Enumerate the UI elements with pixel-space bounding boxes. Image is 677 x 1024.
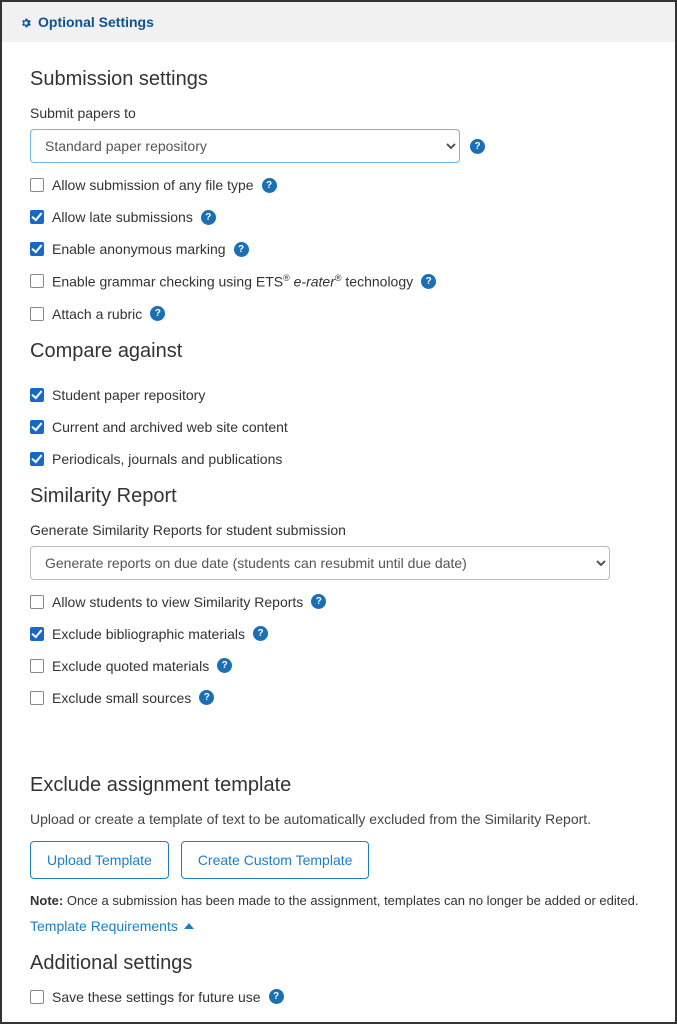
student-repo-label: Student paper repository <box>52 387 205 403</box>
additional-settings-heading: Additional settings <box>30 952 647 975</box>
header-title: Optional Settings <box>38 14 154 30</box>
allow-any-filetype-checkbox[interactable] <box>30 178 44 192</box>
help-icon[interactable]: ? <box>253 626 268 641</box>
exclude-biblio-checkbox[interactable] <box>30 627 44 641</box>
submission-settings-heading: Submission settings <box>30 68 647 91</box>
template-requirements-toggle[interactable]: Template Requirements <box>30 918 194 934</box>
save-future-label: Save these settings for future use <box>52 989 261 1005</box>
attach-rubric-label: Attach a rubric <box>52 306 142 322</box>
anonymous-marking-label: Enable anonymous marking <box>52 241 226 257</box>
exclude-small-label: Exclude small sources <box>52 690 191 706</box>
help-icon[interactable]: ? <box>421 274 436 289</box>
help-icon[interactable]: ? <box>199 690 214 705</box>
gear-icon <box>20 16 32 28</box>
generate-reports-select[interactable]: Generate reports on due date (students c… <box>30 546 610 580</box>
save-future-checkbox[interactable] <box>30 990 44 1004</box>
exclude-small-checkbox[interactable] <box>30 691 44 705</box>
settings-panel: Optional Settings Submission settings Su… <box>0 0 677 1024</box>
exclude-biblio-label: Exclude bibliographic materials <box>52 626 245 642</box>
help-icon[interactable]: ? <box>217 658 232 673</box>
allow-late-label: Allow late submissions <box>52 209 193 225</box>
allow-view-label: Allow students to view Similarity Report… <box>52 594 303 610</box>
help-icon[interactable]: ? <box>234 242 249 257</box>
student-repo-checkbox[interactable] <box>30 388 44 402</box>
create-custom-template-button[interactable]: Create Custom Template <box>181 841 370 879</box>
allow-view-checkbox[interactable] <box>30 595 44 609</box>
upload-template-button[interactable]: Upload Template <box>30 841 169 879</box>
submit-papers-label: Submit papers to <box>30 105 647 121</box>
help-icon[interactable]: ? <box>470 139 485 154</box>
submit-papers-select[interactable]: Standard paper repository <box>30 129 460 163</box>
similarity-report-heading: Similarity Report <box>30 485 647 508</box>
attach-rubric-checkbox[interactable] <box>30 307 44 321</box>
template-note: Note: Once a submission has been made to… <box>30 893 647 908</box>
help-icon[interactable]: ? <box>262 178 277 193</box>
periodicals-label: Periodicals, journals and publications <box>52 451 282 467</box>
exclude-template-heading: Exclude assignment template <box>30 774 647 797</box>
generate-reports-label: Generate Similarity Reports for student … <box>30 522 647 538</box>
content-area: Submission settings Submit papers to Sta… <box>2 42 675 1024</box>
allow-any-filetype-label: Allow submission of any file type <box>52 177 254 193</box>
web-content-checkbox[interactable] <box>30 420 44 434</box>
help-icon[interactable]: ? <box>150 306 165 321</box>
help-icon[interactable]: ? <box>201 210 216 225</box>
optional-settings-header: Optional Settings <box>2 2 675 42</box>
grammar-check-checkbox[interactable] <box>30 274 44 288</box>
help-icon[interactable]: ? <box>269 989 284 1004</box>
web-content-label: Current and archived web site content <box>52 419 288 435</box>
grammar-check-label: Enable grammar checking using ETS® e-rat… <box>52 273 413 290</box>
help-icon[interactable]: ? <box>311 594 326 609</box>
allow-late-checkbox[interactable] <box>30 210 44 224</box>
compare-against-heading: Compare against <box>30 340 647 363</box>
exclude-template-desc: Upload or create a template of text to b… <box>30 811 647 827</box>
chevron-up-icon <box>184 923 194 929</box>
exclude-quoted-label: Exclude quoted materials <box>52 658 209 674</box>
exclude-quoted-checkbox[interactable] <box>30 659 44 673</box>
periodicals-checkbox[interactable] <box>30 452 44 466</box>
anonymous-marking-checkbox[interactable] <box>30 242 44 256</box>
